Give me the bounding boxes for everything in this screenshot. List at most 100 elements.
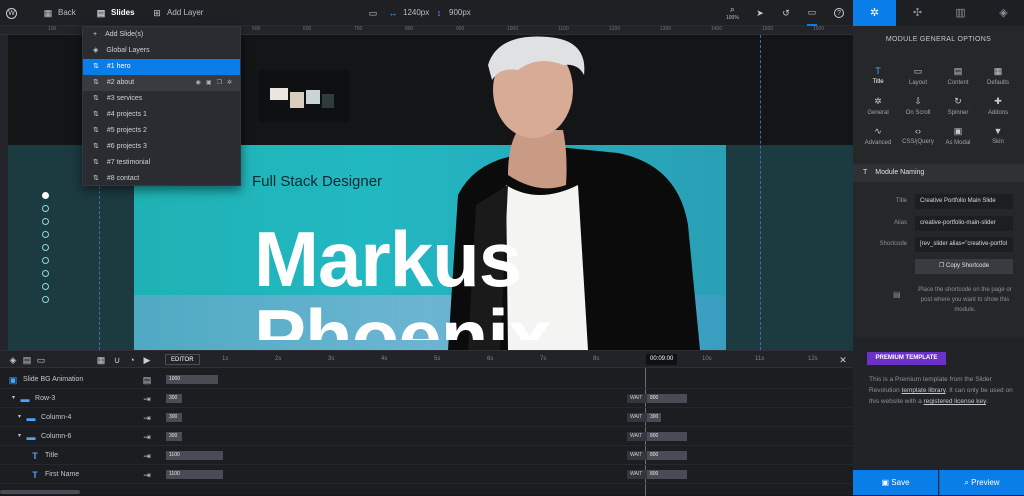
slides-button[interactable]: ▤ Slides (96, 0, 135, 26)
slide-item[interactable]: ⇅ #4 projects 1 (83, 107, 240, 123)
shortcode-input[interactable]: [rev_slider alias="creative-portfol (915, 237, 1013, 252)
license-key-link[interactable]: registered license key (924, 398, 986, 405)
animation-bar[interactable]: 300 (166, 432, 182, 441)
magnet-icon[interactable]: ∪ (112, 355, 122, 365)
section-module-naming[interactable]: T Module Naming (853, 164, 1024, 182)
slide-nav-dot[interactable] (42, 231, 49, 238)
slide-nav-dot[interactable] (42, 270, 49, 277)
animation-bar[interactable]: 800 (647, 432, 687, 441)
slide-item[interactable]: ⇅ #5 projects 2 (83, 123, 240, 139)
timeline-row[interactable]: ▣ Slide BG Animation ▤ 1000 (0, 370, 853, 389)
expand-icon[interactable]: ▾ (18, 427, 21, 446)
width-field[interactable]: ↔ 1240px (388, 0, 430, 26)
slide-nav-dot[interactable] (42, 244, 49, 251)
grid-view-icon[interactable]: ▦ (96, 355, 106, 365)
preview-button[interactable]: ⌕ Preview (939, 470, 1024, 495)
horizontal-scrollbar[interactable] (0, 490, 80, 494)
timeline-row[interactable]: ▾ ▬ Column-4 ⇥ 300 WAIT 300 (0, 408, 853, 427)
slide-nav-dot[interactable] (42, 283, 49, 290)
option-content[interactable]: ▤ Content (939, 66, 977, 86)
layers-icon[interactable]: ◈ (8, 355, 18, 365)
slide-subtitle[interactable]: Full Stack Designer (252, 173, 382, 190)
play-icon[interactable]: ▶ (142, 355, 152, 365)
option-advanced[interactable]: ∿ Advanced (859, 126, 897, 146)
slide-nav-dot[interactable] (42, 296, 49, 303)
option-addons[interactable]: ✚ Addons (979, 96, 1017, 116)
option-as-modal[interactable]: ▣ As Modal (939, 126, 977, 146)
add-layer-button[interactable]: ⊞ Add Layer (152, 0, 203, 26)
option-general[interactable]: ✲ General (859, 96, 897, 116)
animation-icon[interactable]: ▤ (142, 375, 152, 385)
tab-slide[interactable]: ▥ (939, 0, 982, 26)
animation-bar[interactable]: 800 (647, 470, 687, 479)
slide-nav-dot[interactable] (42, 205, 49, 212)
slide-nav-dot[interactable] (42, 218, 49, 225)
tab-module-settings[interactable]: ✲ (853, 0, 896, 26)
timeline-row[interactable]: T Title ⇥ 1100 WAIT 800 (0, 446, 853, 465)
save-button[interactable]: ▣ Save (853, 470, 938, 495)
template-library-link[interactable]: template library (902, 387, 946, 394)
slide-nav-dot[interactable] (42, 192, 49, 199)
option-title[interactable]: T Title (859, 66, 897, 85)
slide-item[interactable]: ⇅ #3 services (83, 91, 240, 107)
zoom-button[interactable]: ⌕ 100% (726, 0, 739, 26)
wait-marker[interactable]: WAIT (627, 394, 647, 403)
animation-bar[interactable]: 1100 (166, 470, 223, 479)
align-icon[interactable]: ⇥ (142, 432, 152, 442)
align-icon[interactable]: ⇥ (142, 451, 152, 461)
trash-icon[interactable]: ▣ (206, 75, 212, 91)
device-desktop-button[interactable]: ▭ (368, 0, 378, 26)
align-icon[interactable]: ⇥ (142, 470, 152, 480)
animation-bar[interactable]: 300 (166, 413, 182, 422)
animation-bar[interactable]: 1100 (166, 451, 223, 460)
wait-marker[interactable]: WAIT (627, 451, 647, 460)
slide-item[interactable]: ⇅ #7 testimonial (83, 155, 240, 171)
slide-item[interactable]: ⇅ #6 projects 3 (83, 139, 240, 155)
expand-icon[interactable]: ▾ (18, 408, 21, 427)
option-skin[interactable]: ▼ Skin (979, 126, 1017, 145)
option-css-jquery[interactable]: ‹› CSS/jQuery (899, 126, 937, 145)
wait-marker[interactable]: WAIT (627, 432, 647, 441)
timeline-row[interactable]: ▾ ▬ Row-3 ⇥ 300 WAIT 800 (0, 389, 853, 408)
slide-nav-dot[interactable] (42, 257, 49, 264)
title-input[interactable]: Creative Portfolio Main Slide (915, 194, 1013, 209)
animation-bar[interactable]: 800 (647, 394, 687, 403)
animation-bar[interactable]: 300 (166, 394, 182, 403)
add-slide-item[interactable]: + Add Slide(s) (83, 27, 240, 43)
timeline-row[interactable]: ▾ ▬ Column-6 ⇥ 300 WAIT 800 (0, 427, 853, 446)
option-layout[interactable]: ▭ Layout (899, 66, 937, 86)
timeline-row[interactable]: T First Name ⇥ 1100 WAIT 800 (0, 465, 853, 484)
slide-heading[interactable]: Markus Phoenix (254, 220, 550, 340)
list-icon[interactable]: ▤ (22, 355, 32, 365)
expand-icon[interactable]: ▾ (12, 389, 15, 408)
editor-label[interactable]: EDITOR (165, 354, 200, 365)
animation-bar[interactable]: 300 (647, 413, 661, 422)
align-icon[interactable]: ⇥ (142, 394, 152, 404)
wait-marker[interactable]: WAIT (627, 470, 647, 479)
alias-input[interactable]: creative-portfolio-main-slider (915, 216, 1013, 231)
visibility-icon[interactable]: ◉ (196, 75, 201, 91)
tab-layers[interactable]: ◈ (982, 0, 1024, 26)
slide-item[interactable]: ⇅ #8 contact (83, 171, 240, 187)
tab-navigation[interactable]: ✣ (896, 0, 939, 26)
global-layers-item[interactable]: ◈ Global Layers (83, 43, 240, 59)
select-tool-button[interactable]: ➤ (755, 0, 765, 26)
option-defaults[interactable]: ▦ Defaults (979, 66, 1017, 86)
wordpress-logo-button[interactable]: W (6, 0, 17, 26)
height-field[interactable]: ↕ 900px (434, 0, 471, 26)
slide-item[interactable]: ⇅ #2 about ◉ ▣ ❐ ✲ (83, 75, 240, 91)
animation-bar[interactable]: 800 (647, 451, 687, 460)
folder-icon[interactable]: ▭ (36, 355, 46, 365)
option-on-scroll[interactable]: ⇩ On Scroll (899, 96, 937, 116)
close-icon[interactable]: ✕ (838, 355, 848, 365)
help-button[interactable]: ? (834, 0, 844, 26)
current-time[interactable]: 00:09:00 (646, 354, 678, 365)
settings-icon[interactable]: ✲ (227, 75, 232, 91)
back-button[interactable]: ▦ Back (43, 0, 76, 26)
undo-button[interactable]: ↺ (781, 0, 791, 26)
wait-marker[interactable]: WAIT (627, 413, 647, 422)
animation-bar[interactable]: 1000 (166, 375, 218, 384)
align-icon[interactable]: ⇥ (142, 413, 152, 423)
duplicate-icon[interactable]: ❐ (217, 75, 222, 91)
slide-item[interactable]: ⇅ #1 hero (83, 59, 240, 75)
